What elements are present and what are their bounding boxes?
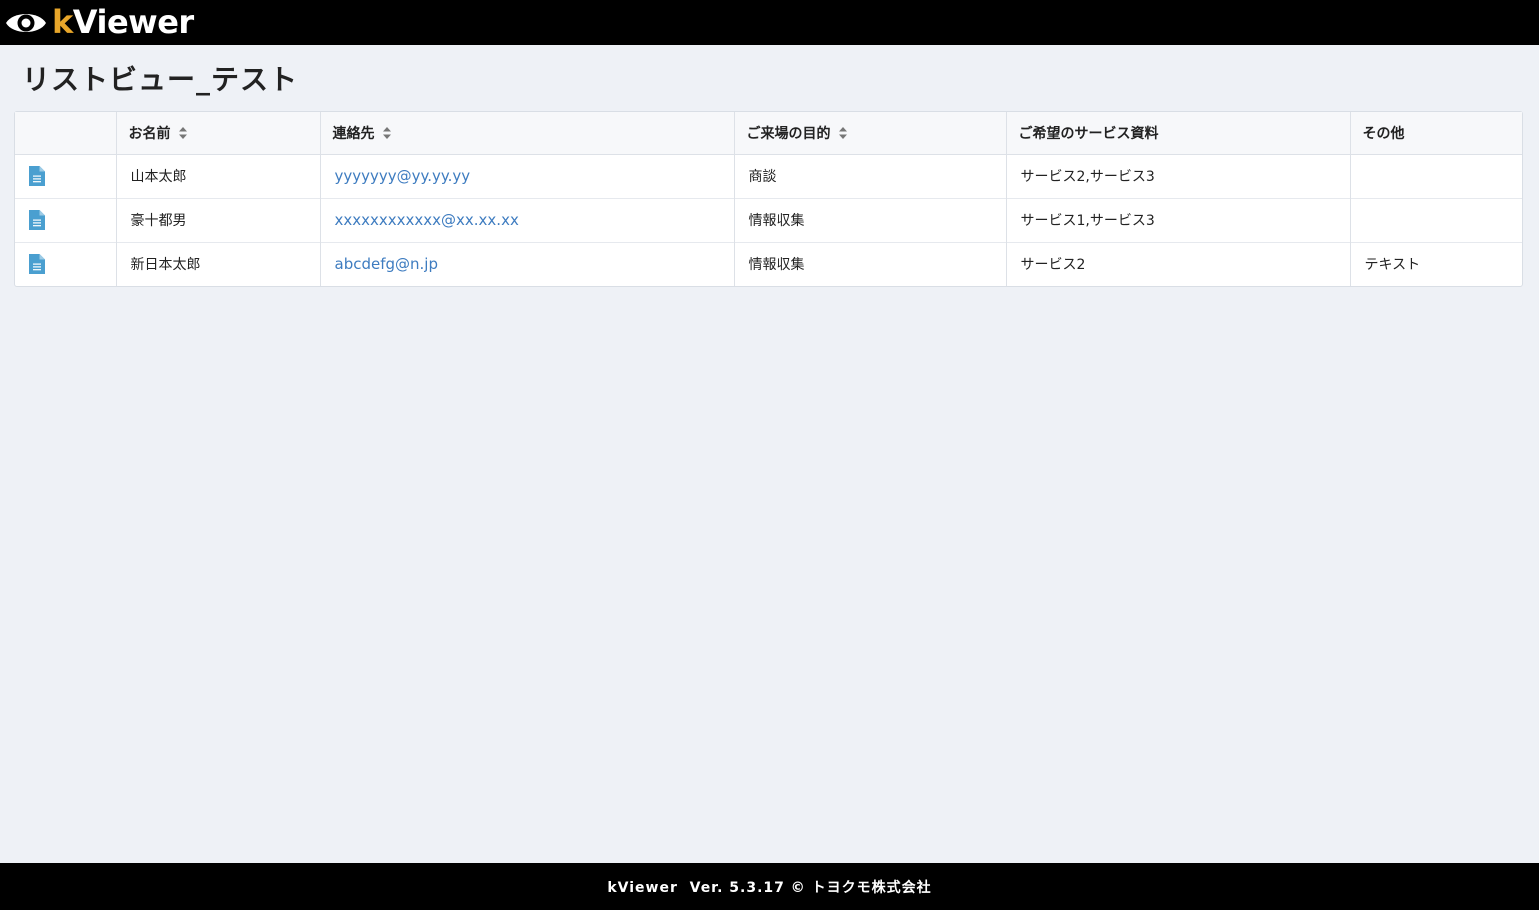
cell-contact-link[interactable]: xxxxxxxxxxxx@xx.xx.xx [320,197,735,242]
cell-services: サービス2,サービス3 [1006,154,1351,198]
column-header-purpose[interactable]: ご来場の目的 [734,112,1007,155]
cell-purpose: 情報収集 [734,241,1007,286]
cell-contact-link[interactable]: yyyyyyy@yy.yy.yy [320,154,735,198]
app-footer: kViewer Ver. 5.3.17 © トヨクモ株式会社 [0,863,1539,910]
table-row: 豪十都男 xxxxxxxxxxxx@xx.xx.xx 情報収集 サービス1,サー… [15,197,1522,242]
cell-name: 豪十都男 [116,197,321,242]
page-title: リストビュー_テスト [22,63,299,96]
table-row: 新日本太郎 abcdefg@n.jp 情報収集 サービス2 テキスト [15,241,1522,286]
table-header-row: お名前 連絡先 ご来場の目的 ご希望のサービス資料 その他 [15,112,1522,155]
column-header-detail [15,112,117,155]
cell-other: テキスト [1350,241,1522,286]
footer-text: kViewer Ver. 5.3.17 © トヨクモ株式会社 [607,879,932,896]
cell-contact-link[interactable]: abcdefg@n.jp [320,241,735,286]
app-header: kViewer [0,0,1539,45]
cell-purpose: 情報収集 [734,197,1007,242]
cell-purpose: 商談 [734,154,1007,198]
eye-icon [6,13,46,32]
detail-cell[interactable] [15,154,117,198]
cell-services: サービス2 [1006,241,1351,286]
document-icon[interactable] [29,210,45,230]
column-header-name[interactable]: お名前 [116,112,321,155]
document-icon[interactable] [29,166,45,186]
cell-services: サービス1,サービス3 [1006,197,1351,242]
column-header-other: その他 [1350,112,1522,155]
table-row: 山本太郎 yyyyyyy@yy.yy.yy 商談 サービス2,サービス3 [15,154,1522,198]
column-header-services: ご希望のサービス資料 [1006,112,1351,155]
sort-icon[interactable] [178,126,187,139]
sort-icon[interactable] [838,126,847,139]
cell-other [1350,154,1522,198]
sort-icon[interactable] [382,126,391,139]
app-logo[interactable]: kViewer [5,0,194,45]
list-table: お名前 連絡先 ご来場の目的 ご希望のサービス資料 その他 山本太郎 yyyyy… [14,111,1523,287]
detail-cell[interactable] [15,241,117,286]
column-header-contact[interactable]: 連絡先 [320,112,735,155]
cell-name: 山本太郎 [116,154,321,198]
cell-name: 新日本太郎 [116,241,321,286]
document-icon[interactable] [29,254,45,275]
logo-text: kViewer [52,3,194,41]
cell-other [1350,197,1522,242]
detail-cell[interactable] [15,197,117,242]
